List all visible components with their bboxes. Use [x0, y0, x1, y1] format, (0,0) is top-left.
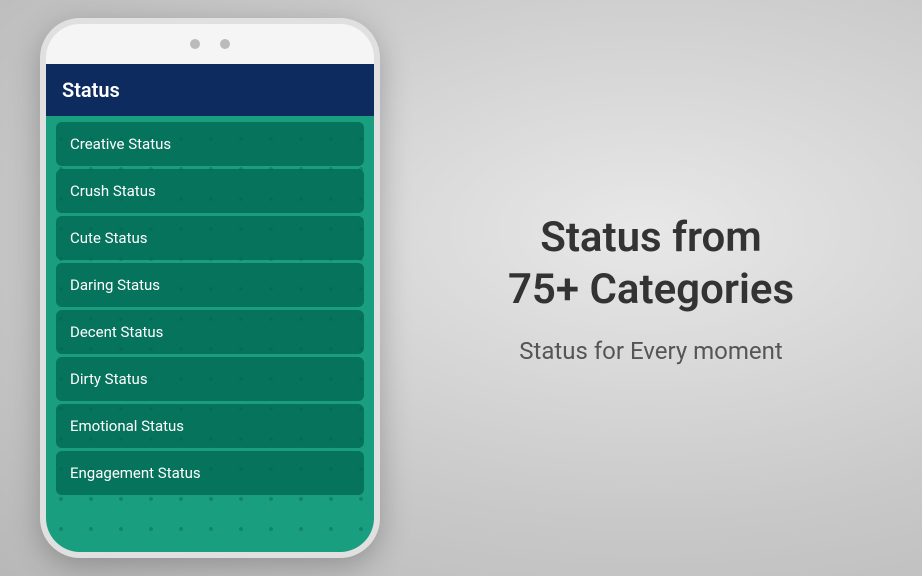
status-item-creative[interactable]: Creative Status	[56, 122, 364, 166]
status-item-cute[interactable]: Cute Status	[56, 216, 364, 260]
headline: Status from75+ Categories	[508, 212, 794, 317]
camera-dot-right	[220, 39, 230, 49]
app-screen: Status Creative StatusCrush StatusCute S…	[46, 64, 374, 552]
app-header: Status	[46, 64, 374, 116]
app-title: Status	[62, 78, 120, 102]
status-item-engagement[interactable]: Engagement Status	[56, 451, 364, 495]
status-list: Creative StatusCrush StatusCute StatusDa…	[46, 116, 374, 501]
subheadline: Status for Every moment	[519, 337, 783, 365]
phone-mockup: Status Creative StatusCrush StatusCute S…	[0, 18, 380, 558]
status-item-dirty[interactable]: Dirty Status	[56, 357, 364, 401]
status-item-emotional[interactable]: Emotional Status	[56, 404, 364, 448]
status-item-decent[interactable]: Decent Status	[56, 310, 364, 354]
right-panel: Status from75+ Categories Status for Eve…	[380, 172, 922, 405]
status-item-daring[interactable]: Daring Status	[56, 263, 364, 307]
camera-dot-left	[190, 39, 200, 49]
status-item-crush[interactable]: Crush Status	[56, 169, 364, 213]
phone-top-bar	[46, 24, 374, 64]
phone-frame: Status Creative StatusCrush StatusCute S…	[40, 18, 380, 558]
